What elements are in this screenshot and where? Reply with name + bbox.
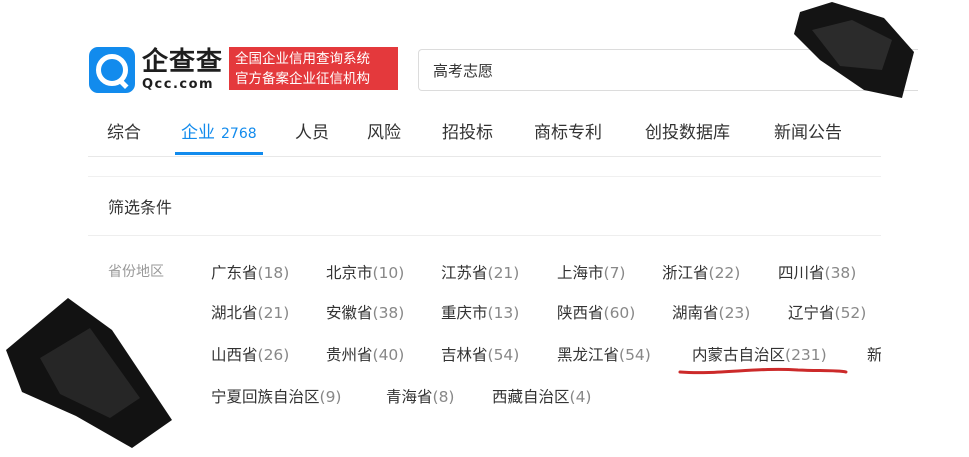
- slogan-badge: 全国企业信用查询系统 官方备案企业征信机构: [229, 47, 398, 90]
- brand-domain: Qcc.com: [142, 77, 215, 92]
- divider: [88, 235, 881, 236]
- tab-risk[interactable]: 风险: [367, 118, 401, 143]
- province-option-cut-off[interactable]: 新: [867, 343, 881, 365]
- companies-count: 2768: [221, 126, 257, 142]
- qcc-logo-icon: [89, 47, 135, 93]
- filter-panel: 筛选条件 省份地区 广东省(18) 北京市(10) 江苏省(21) 上海市(7)…: [88, 176, 881, 457]
- red-underline-annotation: [678, 367, 848, 375]
- province-option[interactable]: 重庆市(13): [441, 301, 519, 323]
- slogan-line-1: 全国企业信用查询系统: [235, 51, 370, 67]
- slogan-line-2: 官方备案企业征信机构: [235, 71, 370, 87]
- active-tab-indicator: [175, 152, 263, 155]
- province-option[interactable]: 江苏省(21): [441, 261, 519, 283]
- province-option[interactable]: 北京市(10): [326, 261, 404, 283]
- province-option[interactable]: 四川省(38): [778, 261, 856, 283]
- redaction-tape-top-right: [794, 2, 914, 98]
- result-tabs: 综合 企业 2768 人员 风险 招投标 商标专利 创投数据库 新闻公告: [88, 104, 881, 157]
- province-option[interactable]: 湖北省(21): [211, 301, 289, 323]
- province-option[interactable]: 宁夏回族自治区(9): [211, 385, 341, 407]
- province-filter-label: 省份地区: [108, 264, 164, 280]
- province-option-highlighted[interactable]: 内蒙古自治区(231): [692, 343, 827, 365]
- province-option[interactable]: 上海市(7): [557, 261, 625, 283]
- tab-news[interactable]: 新闻公告: [774, 118, 842, 143]
- province-option[interactable]: 贵州省(40): [326, 343, 404, 365]
- qcc-logo[interactable]: 企查查 Qcc.com: [89, 47, 223, 93]
- province-option[interactable]: 黑龙江省(54): [557, 343, 651, 365]
- province-option[interactable]: 吉林省(54): [441, 343, 519, 365]
- province-option[interactable]: 浙江省(22): [662, 261, 740, 283]
- redaction-tape-bottom-left: [6, 298, 172, 448]
- province-option[interactable]: 湖南省(23): [672, 301, 750, 323]
- tab-comprehensive[interactable]: 综合: [107, 118, 141, 143]
- brand-name: 企查查: [142, 47, 224, 77]
- tab-companies[interactable]: 企业 2768: [181, 118, 257, 143]
- tab-bidding[interactable]: 招投标: [442, 118, 493, 143]
- tab-venture-database[interactable]: 创投数据库: [645, 118, 730, 143]
- tab-trademark-patent[interactable]: 商标专利: [534, 118, 602, 143]
- province-option[interactable]: 安徽省(38): [326, 301, 404, 323]
- province-option[interactable]: 广东省(18): [211, 261, 289, 283]
- province-option[interactable]: 山西省(26): [211, 343, 289, 365]
- province-option[interactable]: 辽宁省(52): [788, 301, 866, 323]
- filter-title: 筛选条件: [108, 198, 173, 217]
- province-option[interactable]: 青海省(8): [386, 385, 454, 407]
- tab-people[interactable]: 人员: [295, 118, 329, 143]
- province-option[interactable]: 西藏自治区(4): [492, 385, 591, 407]
- province-option[interactable]: 陕西省(60): [557, 301, 635, 323]
